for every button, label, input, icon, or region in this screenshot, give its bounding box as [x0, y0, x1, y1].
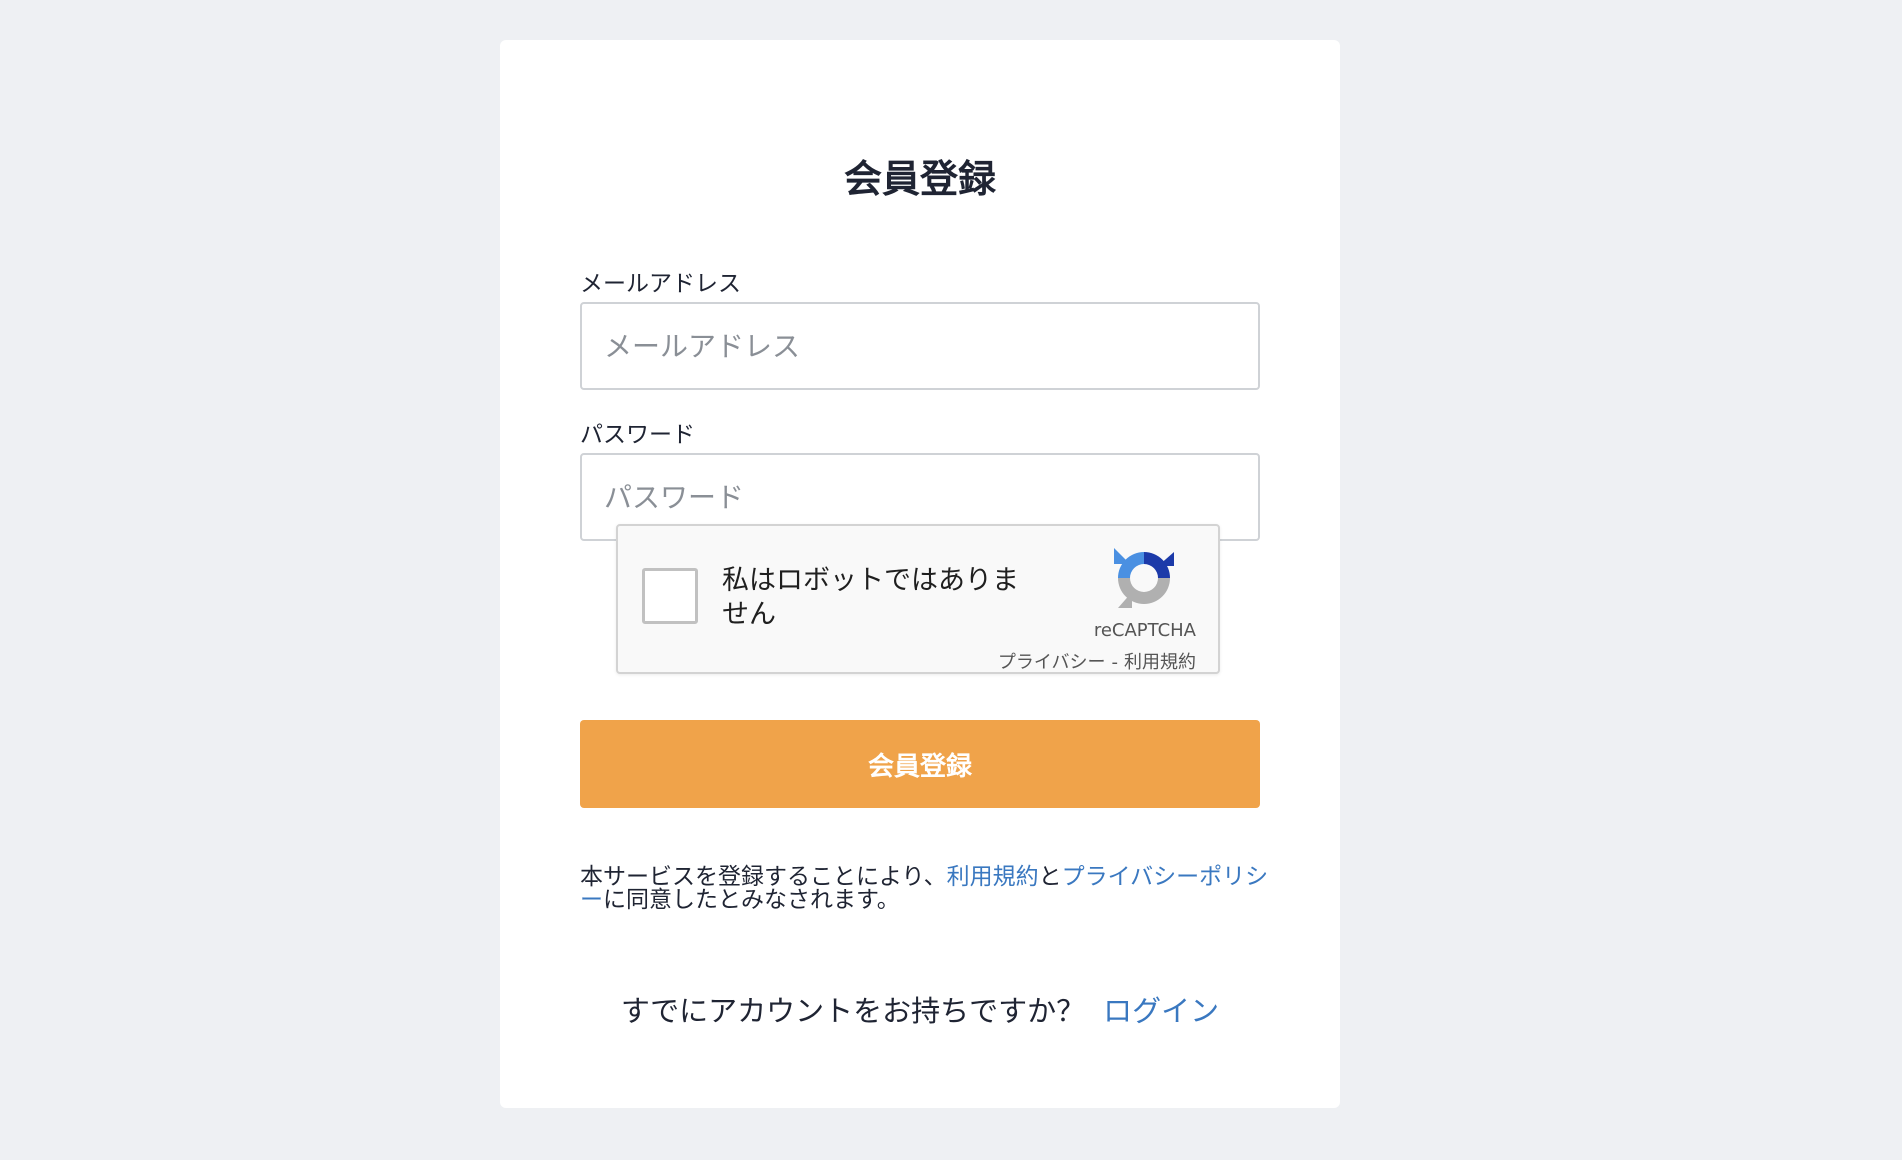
recaptcha-checkbox[interactable] [642, 568, 698, 624]
terms-notice: 本サービスを登録することにより、利用規約とプライバシーポリシーに同意したとみなさ… [580, 866, 1270, 912]
password-label: パスワード [580, 422, 695, 448]
signup-card: 会員登録 メールアドレス パスワード 私はロボットではありません reCAPTC… [500, 40, 1340, 1108]
email-field[interactable] [580, 302, 1260, 390]
recaptcha-logo-icon [1114, 548, 1174, 608]
recaptcha-terms-link[interactable]: 利用規約 [1124, 652, 1196, 673]
login-prompt: すでにアカウントをお持ちですか？ ログイン [500, 988, 1340, 1030]
login-link[interactable]: ログイン [1103, 994, 1219, 1028]
login-prompt-text: すでにアカウントをお持ちですか？ [620, 994, 1086, 1028]
recaptcha-brand: reCAPTCHA [1093, 620, 1196, 641]
recaptcha-privacy-link[interactable]: プライバシー [998, 652, 1106, 673]
terms-notice-connector: と [1038, 864, 1062, 890]
page-title: 会員登録 [843, 157, 996, 201]
terms-notice-suffix: に同意したとみなされます。 [603, 887, 900, 913]
terms-of-service-link[interactable]: 利用規約 [947, 864, 1039, 890]
recaptcha-links: プライバシー - 利用規約 [998, 648, 1196, 674]
email-label: メールアドレス [580, 271, 741, 297]
recaptcha-widget: 私はロボットではありません reCAPTCHA プライバシー - 利用規約 [616, 524, 1220, 674]
recaptcha-link-separator: - [1111, 652, 1119, 673]
register-button[interactable]: 会員登録 [580, 720, 1260, 808]
recaptcha-label: 私はロボットではありません [722, 565, 1019, 630]
